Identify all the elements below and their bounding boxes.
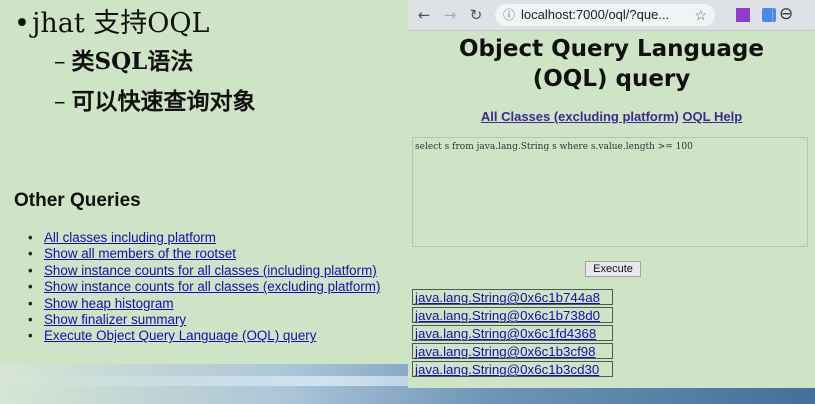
forward-arrow-icon[interactable]: → xyxy=(440,5,460,25)
info-icon[interactable]: ⓘ xyxy=(503,4,515,26)
link-instance-counts-including[interactable]: Show instance counts for all classes (in… xyxy=(44,263,377,278)
table-row: java.lang.String@0x6c1b744a8 xyxy=(412,289,613,305)
result-link[interactable]: java.lang.String@0x6c1b744a8 xyxy=(415,290,600,305)
list-item: Show instance counts for all classes (in… xyxy=(28,263,380,280)
dash-icon: – xyxy=(54,49,66,75)
link-all-classes-including-platform[interactable]: All classes including platform xyxy=(44,230,216,245)
bookmark-star-icon[interactable]: ☆ xyxy=(694,4,707,26)
link-oql-help[interactable]: OQL Help xyxy=(682,109,742,124)
browser-window: ← → ↻ ⓘ localhost:7000/oql/?que... ☆ ⊖ O… xyxy=(408,0,815,388)
list-item: Show finalizer summary xyxy=(28,312,380,329)
other-queries-list: All classes including platform Show all … xyxy=(28,230,380,345)
link-finalizer-summary[interactable]: Show finalizer summary xyxy=(44,312,186,327)
reload-icon[interactable]: ↻ xyxy=(466,5,486,25)
other-queries-panel: Other Queries All classes including plat… xyxy=(8,182,396,352)
link-all-classes-excluding[interactable]: All Classes (excluding platform) xyxy=(481,109,679,124)
sub-bullet-1: – 类SQL语法 xyxy=(54,48,194,75)
link-instance-counts-excluding[interactable]: Show instance counts for all classes (ex… xyxy=(44,279,380,294)
url-text: localhost:7000/oql/?que... xyxy=(521,7,670,22)
address-bar[interactable]: ⓘ localhost:7000/oql/?que... ☆ xyxy=(495,4,715,26)
dash-icon: – xyxy=(54,89,66,115)
list-item: All classes including platform xyxy=(28,230,380,247)
result-link[interactable]: java.lang.String@0x6c1b3cf98 xyxy=(415,344,596,359)
other-queries-title: Other Queries xyxy=(14,190,141,211)
results-table: java.lang.String@0x6c1b744a8 java.lang.S… xyxy=(412,289,613,379)
link-heap-histogram[interactable]: Show heap histogram xyxy=(44,296,174,311)
link-rootset-members[interactable]: Show all members of the rootset xyxy=(44,246,236,261)
link-execute-oql[interactable]: Execute Object Query Language (OQL) quer… xyxy=(44,328,316,343)
toolbar-divider xyxy=(772,8,773,22)
sub-bullet-2: – 可以快速查询对象 xyxy=(54,88,256,115)
list-item: Show instance counts for all classes (ex… xyxy=(28,279,380,296)
result-link[interactable]: java.lang.String@0x6c1b738d0 xyxy=(415,308,600,323)
page-title: Object Query Language (OQL) query xyxy=(459,36,764,92)
profile-avatar-icon[interactable]: ⊖ xyxy=(779,4,793,24)
list-item: Show all members of the rootset xyxy=(28,246,380,263)
back-arrow-icon[interactable]: ← xyxy=(414,5,434,25)
result-link[interactable]: java.lang.String@0x6c1fd4368 xyxy=(415,326,596,341)
slide-bullets: •jhat 支持OQL – 类SQL语法 – 可以快速查询对象 xyxy=(14,6,256,122)
table-row: java.lang.String@0x6c1b3cd30 xyxy=(412,361,613,377)
list-item: Show heap histogram xyxy=(28,296,380,313)
result-link[interactable]: java.lang.String@0x6c1b3cd30 xyxy=(415,362,599,377)
table-row: java.lang.String@0x6c1b738d0 xyxy=(412,307,613,323)
browser-toolbar: ← → ↻ ⓘ localhost:7000/oql/?que... ☆ ⊖ xyxy=(408,0,815,31)
bullet-main: •jhat 支持OQL xyxy=(14,6,256,42)
extension-icon[interactable] xyxy=(762,8,776,22)
oql-query-input[interactable]: select s from java.lang.String s where s… xyxy=(412,137,808,247)
extension-icon[interactable] xyxy=(736,8,750,22)
table-row: java.lang.String@0x6c1fd4368 xyxy=(412,325,613,341)
table-row: java.lang.String@0x6c1b3cf98 xyxy=(412,343,613,359)
list-item: Execute Object Query Language (OQL) quer… xyxy=(28,328,380,345)
execute-button[interactable]: Execute xyxy=(585,261,641,277)
bullet-dot-icon: • xyxy=(14,8,30,39)
page-links: All Classes (excluding platform) OQL Hel… xyxy=(408,109,815,124)
